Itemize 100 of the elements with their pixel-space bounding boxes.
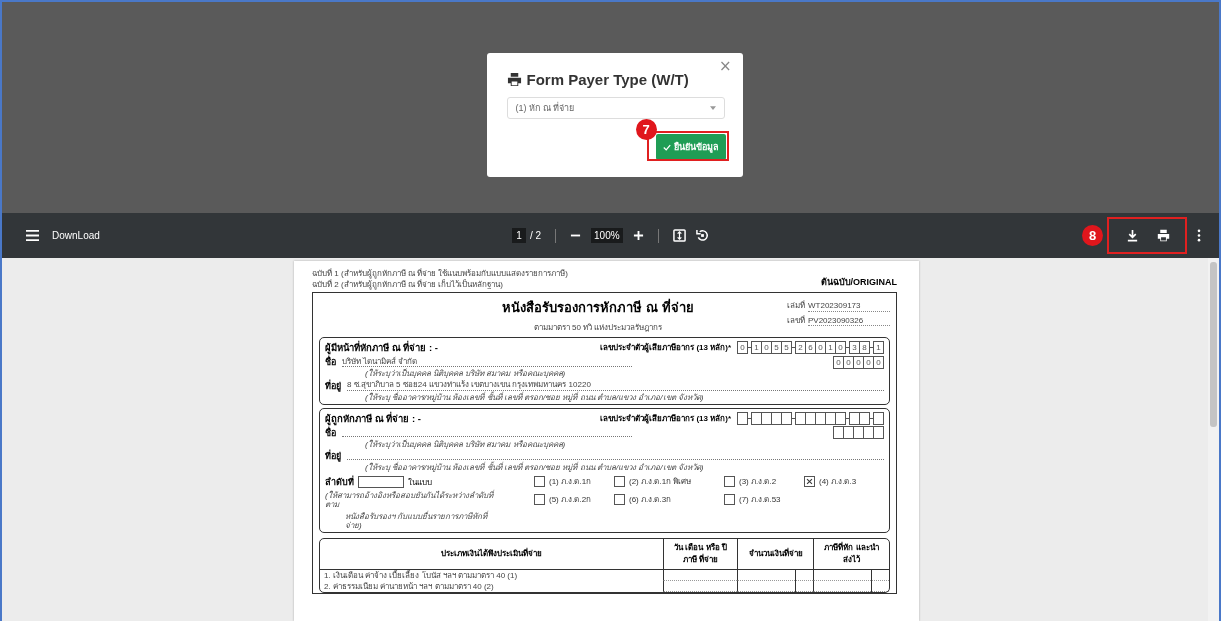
digit-box bbox=[874, 426, 884, 440]
book-number-label: เล่มที่ bbox=[787, 301, 805, 312]
column-header: จำนวนเงินที่จ่าย bbox=[737, 538, 813, 570]
column-header: ประเภทเงินได้พึงประเมินที่จ่าย bbox=[320, 538, 663, 570]
checkbox[interactable] bbox=[534, 494, 545, 506]
zoom-in-icon[interactable] bbox=[632, 230, 644, 241]
digit-box bbox=[836, 411, 846, 425]
digit-box bbox=[844, 426, 854, 440]
payer-name: บริษัท ไดนามิคส์ จำกัด bbox=[342, 357, 632, 368]
digit-box bbox=[849, 411, 860, 425]
digit-box: 6 bbox=[806, 341, 816, 355]
tax-id-label: เลขประจำตัวผู้เสียภาษีอากร (13 หลัก)* bbox=[600, 342, 731, 355]
digit-box bbox=[772, 411, 782, 425]
name-label: ชื่อ bbox=[325, 425, 336, 440]
dialog-title: Form Payer Type (W/T) bbox=[526, 71, 689, 88]
digit-box: 0 bbox=[762, 341, 772, 355]
document-number-label: เลขที่ bbox=[787, 315, 805, 326]
field-hint: (ให้ระบุ ชื่ออาคาร/หมู่บ้าน ห้องเลขที่ ชั้นที่ เลขที่ ตรอก/ซอย หมู่ที่ ถนน ตำบล/แขวง อำเภอ/เขต จังหวัด) bbox=[364, 392, 705, 402]
order-label: ลำดับที่ bbox=[325, 475, 354, 490]
fit-page-icon[interactable] bbox=[672, 229, 686, 242]
table-cell-text: 2. ค่าธรรมเนียม ค่านายหน้า ฯลฯ ตามมาตรา 40 (2) bbox=[323, 581, 495, 593]
scrollbar[interactable] bbox=[1208, 258, 1219, 621]
order-hint: (ให้สามารถอ้างอิงหรือสอบยันกันได้ระหว่างลำดับที่ตาม bbox=[325, 491, 495, 510]
digit-box bbox=[795, 411, 806, 425]
file-title: DownLoad bbox=[52, 230, 100, 241]
close-button[interactable]: × bbox=[715, 57, 735, 75]
section-heading: ผู้ถูกหักภาษี ณ ที่จ่าย : - bbox=[325, 410, 422, 426]
checkbox[interactable] bbox=[804, 476, 815, 488]
form-type-label: (6) ภ.ง.ด.3ก bbox=[629, 494, 672, 507]
section-heading: ผู้มีหน้าที่หักภาษี ณ ที่จ่าย : - bbox=[325, 340, 439, 355]
digit-box: 0 bbox=[854, 355, 864, 369]
digit-box bbox=[873, 411, 884, 425]
address-label: ที่อยู่ bbox=[325, 378, 341, 393]
digit-box: 0 bbox=[874, 355, 884, 369]
step-badge: 7 bbox=[635, 119, 657, 140]
digit-box: 1 bbox=[873, 341, 884, 355]
digit-box bbox=[854, 426, 864, 440]
form-type-label: (2) ภ.ง.ด.1ก พิเศษ bbox=[629, 476, 692, 489]
table-cell-text: 1. เงินเดือน ค่าจ้าง เบี้ยเลี้ยง โบนัส ฯลฯ ตามมาตรา 40 (1) bbox=[323, 569, 519, 582]
page-total: / 2 bbox=[529, 230, 542, 241]
book-number: WT202309173 bbox=[808, 301, 890, 312]
field-hint: (ให้ระบุว่าเป็นบุคคล นิติบุคคล บริษัท สมาคม หรือคณะบุคคล) bbox=[364, 439, 567, 449]
address-label: ที่อยู่ bbox=[325, 448, 341, 463]
page-number-field[interactable]: 1 bbox=[512, 228, 526, 243]
payer-type-select[interactable]: (1) หัก ณ ที่จ่าย bbox=[506, 97, 725, 119]
digit-box: 1 bbox=[751, 341, 762, 355]
document-number: PV2023090326 bbox=[808, 315, 890, 326]
document-subtitle: ตามมาตรา 50 ทวิ แห่งประมวลรัษฎากร bbox=[533, 322, 663, 335]
digit-box: 0 bbox=[833, 355, 844, 369]
document-title: หนังสือรับรองการหักภาษี ณ ที่จ่าย bbox=[502, 297, 694, 318]
digit-box bbox=[737, 411, 748, 425]
download-icon[interactable] bbox=[1126, 229, 1139, 242]
digit-box bbox=[751, 411, 762, 425]
confirm-button[interactable]: ยืนยันข้อมูล bbox=[655, 134, 726, 160]
payer-address: 8 ซ.สุขาภิบาล 5 ซอย24 แขวงท่าแร้ง เขตบางเขน กรุงเทพมหานคร 10220 bbox=[347, 380, 884, 391]
digit-box bbox=[782, 411, 792, 425]
tax-id-label: เลขประจำตัวผู้เสียภาษีอากร (13 หลัก)* bbox=[600, 412, 731, 425]
digit-box: 0 bbox=[737, 341, 748, 355]
digit-box bbox=[860, 411, 870, 425]
order-hint: หนังสือรับรองฯ กับแบบยื่นรายการภาษีหักที่จ่าย) bbox=[344, 511, 489, 530]
order-suffix: ในแบบ bbox=[408, 476, 432, 489]
digit-box: 1 bbox=[826, 341, 836, 355]
rotate-icon[interactable] bbox=[695, 229, 709, 242]
checkbox[interactable] bbox=[724, 494, 735, 506]
name-label: ชื่อ bbox=[325, 355, 336, 370]
form-type-label: (5) ภ.ง.ด.2ก bbox=[549, 494, 592, 507]
checkbox[interactable] bbox=[614, 476, 625, 488]
column-header: วัน เดือน หรือ ปีภาษี ที่จ่าย bbox=[663, 538, 737, 570]
digit-box bbox=[833, 426, 844, 440]
digit-box: 0 bbox=[836, 341, 846, 355]
digit-box: 2 bbox=[795, 341, 806, 355]
form-type-label: (3) ภ.ง.ด.2 bbox=[739, 476, 777, 489]
checkbox[interactable] bbox=[614, 494, 625, 506]
digit-box bbox=[864, 426, 874, 440]
menu-icon[interactable] bbox=[26, 229, 39, 242]
digit-box: 0 bbox=[816, 341, 826, 355]
more-options-icon[interactable] bbox=[1197, 229, 1201, 242]
field-hint: (ให้ระบุว่าเป็นบุคคล นิติบุคคล บริษัท สมาคม หรือคณะบุคคล) bbox=[364, 369, 567, 379]
checkbox[interactable] bbox=[724, 476, 735, 488]
caret-icon bbox=[709, 106, 716, 110]
field-hint: (ให้ระบุ ชื่ออาคาร/หมู่บ้าน ห้องเลขที่ ชั้นที่ เลขที่ ตรอก/ซอย หมู่ที่ ถนน ตำบล/แขวง อำเภอ/เขต จังหวัด) bbox=[364, 462, 705, 473]
digit-box bbox=[762, 411, 772, 425]
digit-box: 0 bbox=[844, 355, 854, 369]
digit-box bbox=[826, 411, 836, 425]
checkbox[interactable] bbox=[534, 476, 545, 488]
copy-note: ฉบับที่ 2 (สำหรับผู้ถูกหักภาษี ณ ที่จ่าย เก็บไว้เป็นหลักฐาน) bbox=[312, 280, 504, 290]
form-type-label: (7) ภ.ง.ด.53 bbox=[739, 494, 781, 507]
print-icon[interactable] bbox=[1157, 229, 1170, 242]
digit-box bbox=[816, 411, 826, 425]
zoom-field[interactable]: 100% bbox=[591, 228, 623, 243]
form-type-label: (4) ภ.ง.ด.3 bbox=[819, 476, 857, 489]
step-badge: 8 bbox=[1082, 225, 1103, 246]
check-icon bbox=[662, 143, 671, 151]
digit-box: 8 bbox=[860, 341, 870, 355]
digit-box: 5 bbox=[782, 341, 792, 355]
order-field[interactable] bbox=[358, 476, 404, 489]
printer-icon bbox=[506, 72, 522, 87]
copy-note: ฉบับที่ 1 (สำหรับผู้ถูกหักภาษี ณ ที่จ่าย ใช้แนบพร้อมกับแบบแสดงรายการภาษี) bbox=[312, 269, 568, 279]
digit-box: 3 bbox=[849, 341, 860, 355]
column-header: ภาษีที่หัก และนำส่งไว้ bbox=[813, 538, 889, 570]
